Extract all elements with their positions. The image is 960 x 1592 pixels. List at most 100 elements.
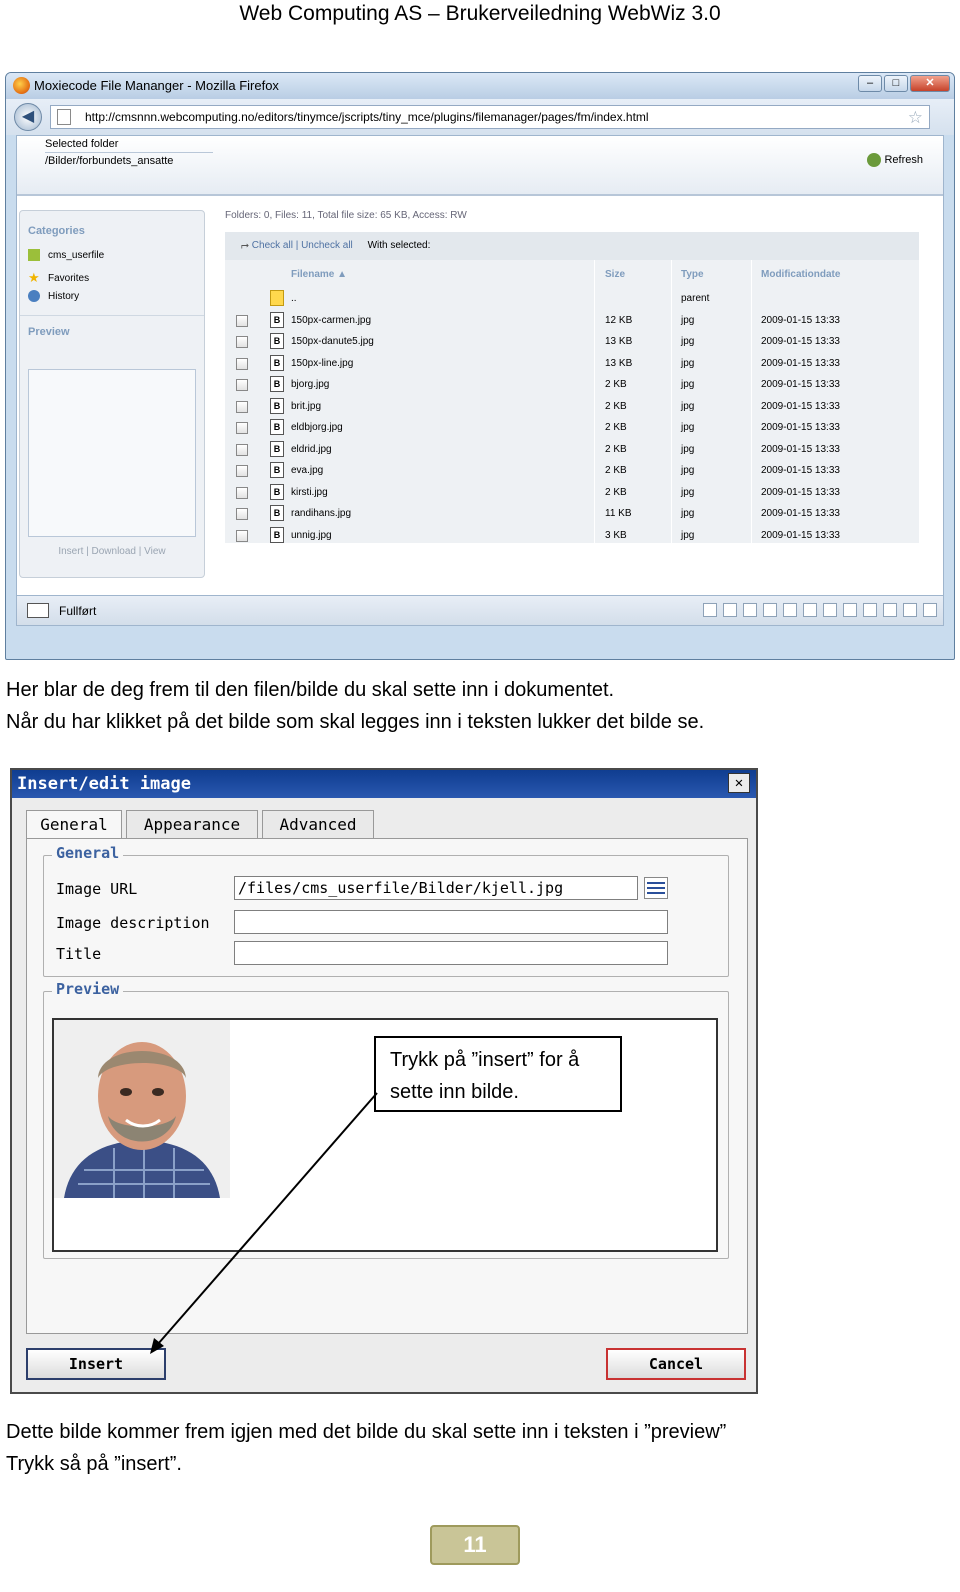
- table-row[interactable]: Brandihans.jpg 11 KB jpg 2009-01-15 13:33: [225, 503, 919, 524]
- file-name[interactable]: 150px-carmen.jpg: [291, 310, 371, 331]
- title-input[interactable]: [234, 941, 668, 965]
- row-checkbox[interactable]: [236, 422, 248, 434]
- file-name[interactable]: 150px-line.jpg: [291, 353, 353, 374]
- tab-advanced[interactable]: Advanced: [262, 810, 374, 838]
- sidebar-item-favorites[interactable]: ★ Favorites: [28, 271, 89, 286]
- tab-general[interactable]: General: [26, 810, 122, 840]
- tool-icon[interactable]: [923, 603, 937, 617]
- categories-heading: Categories: [28, 225, 85, 237]
- file-name[interactable]: brit.jpg: [291, 396, 321, 417]
- file-date: 2009-01-15 13:33: [761, 357, 840, 369]
- check-all-link[interactable]: Check all: [252, 240, 293, 251]
- tool-icon[interactable]: [783, 603, 797, 617]
- sidebar-item-cms-userfile[interactable]: cms_userfile: [28, 249, 104, 263]
- table-row[interactable]: Beva.jpg 2 KB jpg 2009-01-15 13:33: [225, 460, 919, 481]
- minimize-icon[interactable]: –: [858, 75, 882, 92]
- refresh-button[interactable]: Refresh: [867, 153, 923, 167]
- file-size: 3 KB: [605, 529, 627, 541]
- tool-icon[interactable]: [703, 603, 717, 617]
- general-fieldset: General Image URL /files/cms_userfile/Bi…: [43, 844, 729, 977]
- table-row[interactable]: B 150px-danute5.jpg 13 KB jpg 2009-01-15 13:…: [225, 331, 919, 352]
- row-checkbox[interactable]: [236, 314, 248, 327]
- tool-icon[interactable]: [803, 603, 817, 617]
- row-checkbox[interactable]: [236, 508, 248, 520]
- file-name[interactable]: kirsti.jpg: [291, 482, 328, 503]
- back-button[interactable]: ◀: [14, 103, 42, 131]
- row-checkbox[interactable]: [236, 379, 248, 391]
- table-row[interactable]: B 150px-line.jpg 13 KB jpg 2009-01-15 13:33: [225, 353, 919, 374]
- file-name[interactable]: eldbjorg.jpg: [291, 417, 343, 438]
- file-size: 12 KB: [605, 314, 633, 326]
- tab-appearance[interactable]: Appearance: [126, 810, 258, 838]
- tool-icon[interactable]: [883, 603, 897, 617]
- tool-icon[interactable]: [863, 603, 877, 617]
- column-header-date[interactable]: Modificationdate: [761, 260, 840, 290]
- table-row[interactable]: Bunnig.jpg 3 KB jpg 2009-01-15 13:33: [225, 525, 919, 546]
- folder-icon: [28, 249, 40, 262]
- tool-icon[interactable]: [823, 603, 837, 617]
- table-row-parent[interactable]: .. parent: [225, 288, 919, 309]
- preview-legend: Preview: [52, 980, 124, 998]
- check-arrow-icon: ⮣: [241, 240, 252, 251]
- file-type: jpg: [681, 379, 695, 390]
- row-checkbox[interactable]: [236, 529, 248, 542]
- cancel-button[interactable]: Cancel: [606, 1348, 746, 1380]
- image-url-label: Image URL: [56, 880, 138, 898]
- preview-fieldset: Preview: [43, 980, 729, 1259]
- table-row[interactable]: Beldrid.jpg 2 KB jpg 2009-01-15 13:33: [225, 439, 919, 460]
- table-row[interactable]: Bbjorg.jpg 2 KB jpg 2009-01-15 13:33: [225, 374, 919, 395]
- tool-icon[interactable]: [723, 603, 737, 617]
- insert-download-view-links[interactable]: Insert | Download | View: [20, 546, 204, 557]
- sidebar-item-label: cms_userfile: [48, 250, 105, 261]
- file-name[interactable]: 150px-danute5.jpg: [291, 331, 374, 352]
- uncheck-all-link[interactable]: Uncheck all: [301, 240, 353, 251]
- dialog-close-icon[interactable]: ✕: [728, 773, 750, 793]
- row-checkbox[interactable]: [236, 357, 248, 370]
- file-name[interactable]: eva.jpg: [291, 460, 323, 481]
- row-checkbox[interactable]: [236, 400, 248, 413]
- image-file-icon: B: [270, 526, 284, 543]
- file-date: 2009-01-15 13:33: [761, 508, 840, 519]
- table-row[interactable]: Bkirsti.jpg 2 KB jpg 2009-01-15 13:33: [225, 482, 919, 503]
- file-date: 2009-01-15 13:33: [761, 465, 840, 476]
- row-checkbox[interactable]: [236, 486, 248, 499]
- column-header-size[interactable]: Size: [605, 260, 625, 290]
- file-name[interactable]: bjorg.jpg: [291, 374, 329, 395]
- file-date: 2009-01-15 13:33: [761, 443, 840, 455]
- sidebar-item-history[interactable]: History: [28, 290, 79, 304]
- file-size: 13 KB: [605, 357, 633, 369]
- file-size: 2 KB: [605, 379, 627, 390]
- image-description-input[interactable]: [234, 910, 668, 934]
- tool-icon[interactable]: [843, 603, 857, 617]
- file-date: 2009-01-15 13:33: [761, 529, 840, 541]
- row-checkbox[interactable]: [236, 443, 248, 456]
- row-checkbox[interactable]: [236, 465, 248, 477]
- image-file-icon: B: [270, 376, 284, 392]
- bookmark-star-icon[interactable]: ☆: [908, 107, 923, 129]
- close-icon[interactable]: ✕: [910, 75, 950, 92]
- column-header-type[interactable]: Type: [681, 260, 704, 290]
- table-row[interactable]: Beldbjorg.jpg 2 KB jpg 2009-01-15 13:33: [225, 417, 919, 438]
- table-row[interactable]: B 150px-carmen.jpg 12 KB jpg 2009-01-15 13:3…: [225, 310, 919, 331]
- address-bar[interactable]: http://cmsnnn.webcomputing.no/editors/ti…: [50, 105, 930, 129]
- tool-icon[interactable]: [903, 603, 917, 617]
- file-type: jpg: [681, 400, 695, 412]
- table-row[interactable]: Bbrit.jpg 2 KB jpg 2009-01-15 13:33: [225, 396, 919, 417]
- file-name[interactable]: randihans.jpg: [291, 503, 351, 524]
- insert-button[interactable]: Insert: [26, 1348, 166, 1380]
- file-name[interactable]: unnig.jpg: [291, 525, 332, 546]
- insert-edit-image-dialog: Insert/edit image ✕ General Appearance A…: [10, 768, 758, 1394]
- row-checkbox[interactable]: [236, 336, 248, 348]
- column-header-filename[interactable]: Filename ▲: [291, 260, 347, 290]
- file-type: jpg: [681, 336, 695, 347]
- image-file-icon: B: [270, 333, 284, 349]
- tool-icon[interactable]: [743, 603, 757, 617]
- maximize-icon[interactable]: □: [884, 75, 908, 92]
- callout-line: sette inn bilde.: [390, 1081, 519, 1103]
- tool-icon[interactable]: [763, 603, 777, 617]
- image-file-icon: B: [270, 462, 284, 478]
- browse-icon[interactable]: [644, 877, 668, 899]
- file-name[interactable]: eldrid.jpg: [291, 439, 332, 460]
- image-url-input[interactable]: /files/cms_userfile/Bilder/kjell.jpg: [234, 876, 638, 900]
- image-file-icon: B: [270, 440, 284, 457]
